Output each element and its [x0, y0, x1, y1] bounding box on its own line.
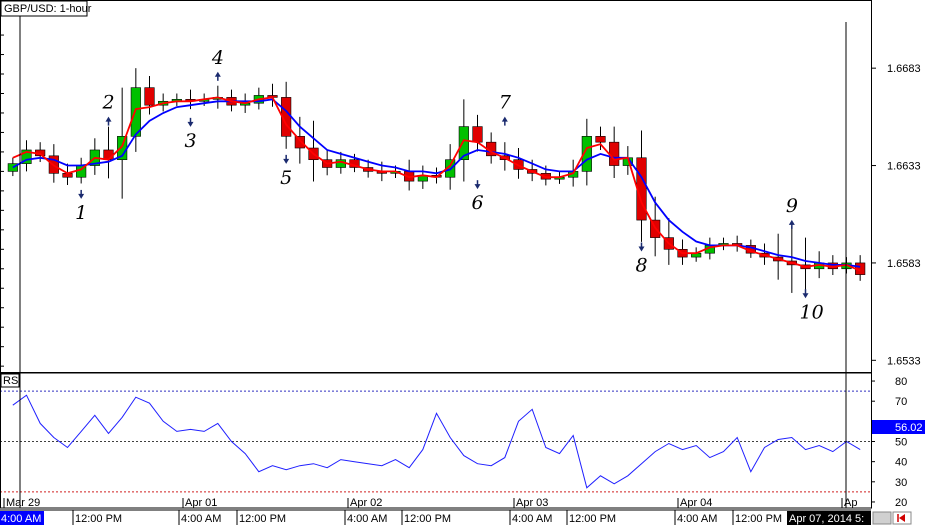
time-label: 12:00 PM: [735, 513, 782, 525]
time-label: 4:00 AM: [677, 513, 717, 525]
rsi-tick-label: 50: [895, 437, 907, 449]
rsi-tick-label: 70: [895, 396, 907, 408]
date-label: Apr 01: [185, 497, 217, 509]
bottom-left-stamp: 4:00 AM: [0, 511, 44, 525]
price-tick-label: 1.6583: [887, 258, 921, 270]
candle-body: [144, 87, 155, 106]
bottom-left-time: 4:00 AM: [1, 513, 41, 525]
date-label: Apr 03: [516, 497, 548, 509]
forex-chart: 1 2 3 4 5 6 7 8 9 10 1.6683 1.6633 1.6583 1.6533 80 70…: [0, 0, 925, 525]
chart-title: GBP/USD: 1-hour: [4, 3, 92, 15]
annotation-label: 2: [102, 92, 115, 114]
annotation-label: 4: [211, 47, 224, 69]
annotation-label: 8: [636, 255, 648, 277]
price-tick-label: 1.6533: [887, 355, 921, 367]
annotation-label: 5: [280, 167, 292, 189]
candle-body: [595, 136, 606, 143]
rsi-label: RSI: [3, 375, 21, 387]
candle-body: [472, 126, 483, 143]
title-badge: GBP/USD: 1-hour: [0, 0, 92, 17]
time-label: 4:00 AM: [347, 513, 387, 525]
candle-body: [130, 87, 141, 137]
rsi-tick-label: 80: [895, 376, 907, 388]
time-label: 12:00 PM: [404, 513, 451, 525]
time-label: 12:00 PM: [569, 513, 616, 525]
time-label: 12:00 PM: [239, 513, 286, 525]
annotation-label: 3: [185, 130, 197, 152]
price-tick-label: 1.6633: [887, 161, 921, 173]
annotation-label: 7: [499, 92, 512, 114]
date-label: Apr 04: [680, 497, 712, 509]
time-label: 4:00 AM: [512, 513, 552, 525]
date-label: Ap: [844, 497, 857, 509]
date-label: Mar 29: [6, 497, 40, 509]
zoom-button[interactable]: [872, 511, 892, 525]
time-label: 4:00 AM: [181, 513, 221, 525]
rsi-current-value: 56.02: [895, 422, 923, 434]
annotation-label: 1: [75, 202, 87, 224]
rsi-tick-label: 20: [895, 497, 907, 509]
time-label: 12:00 PM: [75, 513, 122, 525]
candle-body: [609, 141, 620, 166]
candle-body: [294, 136, 305, 149]
annotation-label: 9: [786, 195, 798, 217]
bottom-right-datetime: Apr 07, 2014 5:: [789, 513, 864, 525]
rsi-tick-label: 40: [895, 457, 907, 469]
candle-body: [103, 149, 114, 161]
rsi-tick-label: 30: [895, 477, 907, 489]
price-tick-label: 1.6683: [887, 63, 921, 75]
annotation-label: 6: [472, 192, 484, 214]
rsi-current-badge: 56.02: [872, 420, 925, 434]
bottom-right-stamp: Apr 07, 2014 5:: [787, 511, 871, 525]
annotation-label: 10: [800, 301, 824, 323]
rsi-label-badge: RSI: [0, 373, 21, 388]
date-label: Apr 02: [350, 497, 382, 509]
